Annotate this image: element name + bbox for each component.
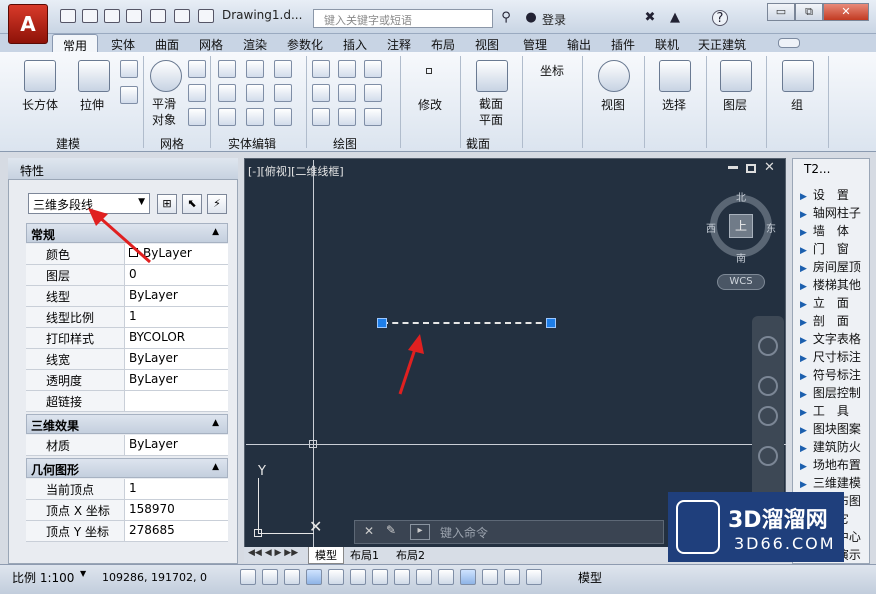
application-menu-button[interactable]: A <box>8 4 48 44</box>
arrow-to-type-select <box>88 208 151 264</box>
arrow-to-polyline <box>398 334 424 395</box>
annotation-arrows <box>88 208 424 395</box>
